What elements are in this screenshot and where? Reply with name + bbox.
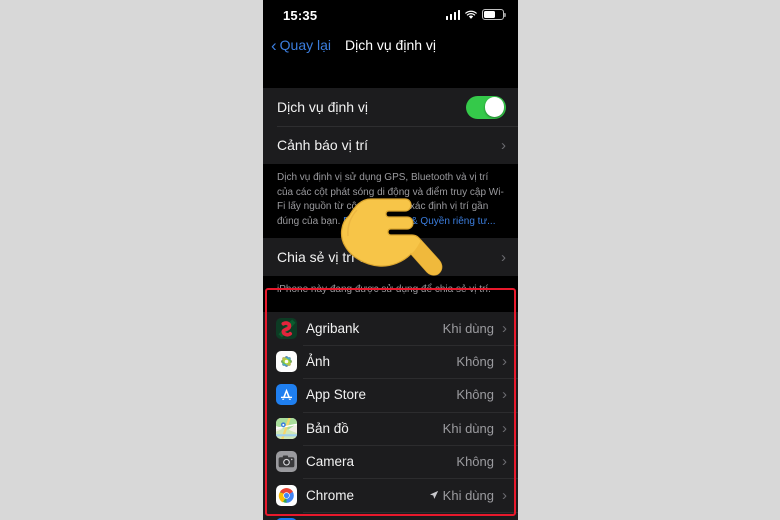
chevron-right-icon: ›	[502, 386, 507, 404]
location-arrow-icon	[429, 490, 439, 500]
list-item[interactable]: Ảnh Không ›	[263, 344, 518, 378]
screenshot-stage: 15:35 ‹ Quay lại Dịch vụ định vị Dịch vụ…	[0, 0, 780, 520]
row-location-services-label: Dịch vụ định vị	[277, 99, 369, 115]
app-status: Không	[456, 454, 494, 469]
app-name: Camera	[306, 454, 355, 470]
location-services-toggle[interactable]	[466, 95, 506, 119]
app-status-label: Không	[456, 454, 494, 470]
app-status: Không	[456, 387, 494, 402]
chevron-right-icon: ›	[502, 453, 507, 471]
phone-screen: 15:35 ‹ Quay lại Dịch vụ định vị Dịch vụ…	[263, 0, 518, 520]
status-bar: 15:35	[263, 0, 518, 30]
chevron-right-icon: ›	[502, 486, 507, 504]
app-status: Khi dùng	[443, 321, 494, 336]
app-status-label: Khi dùng	[442, 487, 494, 503]
row-location-alerts[interactable]: Cảnh báo vị trí ›	[263, 126, 518, 164]
list-item[interactable]: Agribank Khi dùng ›	[263, 312, 518, 345]
app-status: Không	[456, 354, 494, 369]
app-status-label: Khi dùng	[442, 420, 494, 436]
nav-spacer	[263, 60, 518, 88]
app-status: Khi dùng	[429, 488, 494, 503]
wifi-icon	[464, 10, 478, 20]
chrome-app-icon	[276, 484, 297, 506]
status-bar-indicators	[445, 9, 506, 20]
app-name: Bản đồ	[306, 420, 349, 436]
status-bar-time: 15:35	[283, 7, 318, 23]
location-services-group: Dịch vụ định vị Cảnh báo vị trí ›	[263, 88, 518, 164]
row-share-my-location[interactable]: Chia sẻ vị trí của tôi ›	[263, 238, 518, 276]
row-location-services[interactable]: Dịch vụ định vị	[263, 88, 518, 126]
app-name: Agribank	[306, 320, 360, 336]
chevron-right-icon: ›	[502, 353, 507, 371]
chevron-left-icon: ‹	[271, 35, 277, 55]
maps-app-icon	[276, 417, 297, 439]
chevron-right-icon: ›	[502, 319, 507, 337]
app-status-label: Không	[456, 354, 494, 370]
privacy-link[interactable]: Dịch vụ định vị & Quyền riêng tư...	[343, 216, 495, 227]
app-name: Ảnh	[306, 354, 331, 370]
list-item[interactable]: Chrome Khi dùng ›	[263, 478, 518, 511]
list-item[interactable]: Camera Không ›	[263, 445, 518, 478]
navigation-bar: ‹ Quay lại Dịch vụ định vị	[263, 30, 518, 60]
toggle-knob	[484, 97, 505, 117]
agribank-app-icon	[276, 317, 297, 339]
share-location-footnote: iPhone này đang được sử dụng để chia sẻ …	[263, 276, 518, 307]
chevron-right-icon: ›	[501, 136, 506, 154]
photos-app-icon	[276, 351, 297, 373]
app-status-label: Khi dùng	[442, 320, 494, 336]
back-button[interactable]: ‹ Quay lại	[271, 37, 331, 54]
app-permission-list: Agribank Khi dùng › Ảnh Không › App Stor…	[263, 311, 518, 520]
app-name: Chrome	[306, 487, 355, 503]
camera-app-icon	[276, 451, 297, 473]
back-button-label: Quay lại	[279, 37, 332, 53]
app-name: App Store	[306, 387, 367, 403]
share-location-group: Chia sẻ vị trí của tôi ›	[263, 238, 518, 276]
app-status: Khi dùng	[443, 421, 494, 436]
chevron-right-icon: ›	[501, 248, 506, 266]
app-store-icon	[276, 384, 297, 406]
list-item[interactable]: App Store Không ›	[263, 378, 518, 411]
app-status-label: Không	[456, 387, 494, 403]
row-share-my-location-label: Chia sẻ vị trí của tôi	[277, 249, 400, 265]
list-item[interactable]: Facebook Khi dùng ›	[263, 511, 518, 520]
cellular-signal-icon	[445, 9, 460, 20]
location-services-footnote: Dịch vụ định vị sử dụng GPS, Bluetooth v…	[263, 164, 518, 238]
list-item[interactable]: Bản đồ Khi dùng ›	[263, 411, 518, 445]
chevron-right-icon: ›	[502, 419, 507, 437]
row-location-alerts-label: Cảnh báo vị trí	[277, 137, 369, 153]
battery-icon	[482, 9, 506, 20]
